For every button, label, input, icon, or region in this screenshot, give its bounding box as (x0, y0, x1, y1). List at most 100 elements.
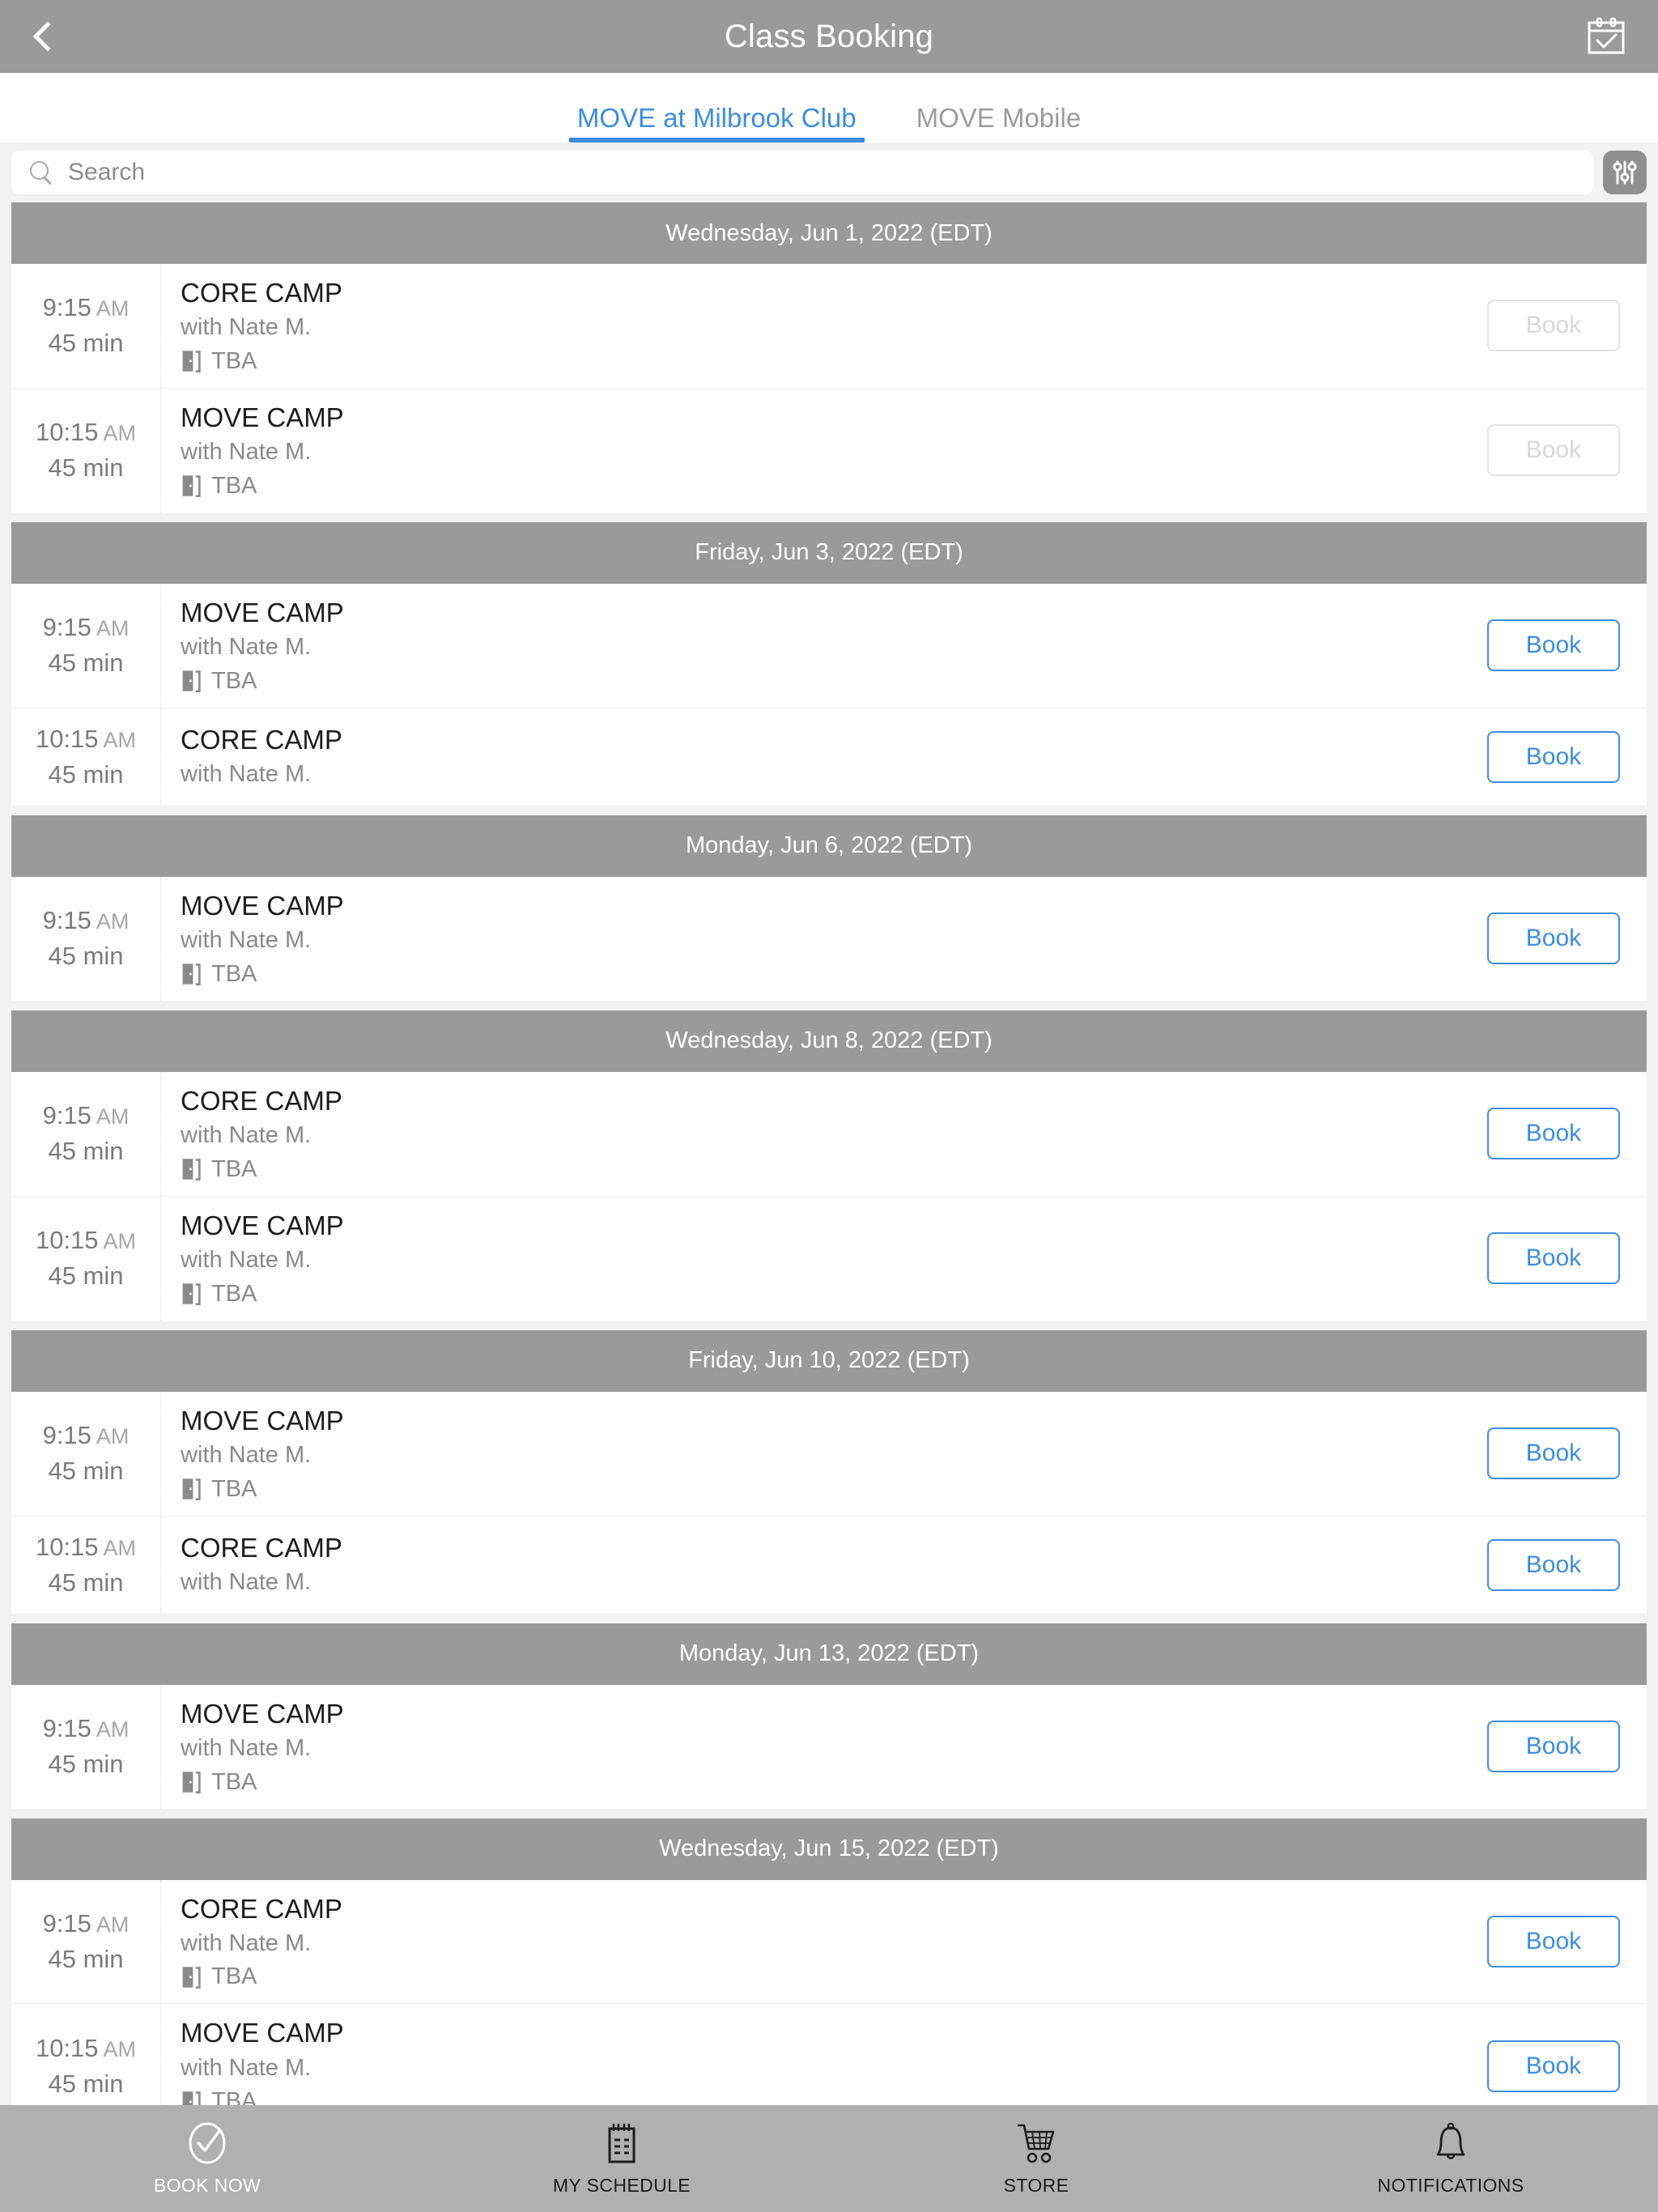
class-room: TBA (181, 1963, 1460, 1990)
nav-item-notifications[interactable]: NOTIFICATIONS (1244, 2121, 1658, 2197)
day-header: Monday, Jun 13, 2022 (EDT) (11, 1623, 1647, 1685)
book-button[interactable]: Book (1487, 1721, 1620, 1773)
nav-item-store[interactable]: STORE (829, 2121, 1244, 2197)
class-time-column: 10:15 AM 45 min (11, 1516, 161, 1614)
class-room: TBA (181, 1281, 1460, 1308)
day-header: Friday, Jun 3, 2022 (EDT) (11, 521, 1647, 584)
day-class-list: 9:15 AM 45 min CORE CAMP with Nate M. TBA Book… (11, 1879, 1647, 2105)
book-button[interactable]: Book (1487, 1232, 1620, 1285)
class-duration: 45 min (48, 453, 124, 483)
calendar-check-icon (1588, 17, 1625, 54)
door-room-icon (182, 1283, 201, 1306)
book-button[interactable]: Book (1487, 1427, 1620, 1480)
class-start-time: 9:15 AM (43, 1421, 130, 1450)
class-row[interactable]: 10:15 AM 45 min MOVE CAMP with Nate M. TBA Boo… (11, 2004, 1647, 2105)
class-row[interactable]: 10:15 AM 45 min CORE CAMP with Nate M. Book (11, 1516, 1647, 1614)
class-schedule-list[interactable]: Wednesday, Jun 1, 2022 (EDT) 9:15 AM 45 min… (0, 202, 1658, 2105)
class-row[interactable]: 9:15 AM 45 min CORE CAMP with Nate M. TBA Book (11, 1071, 1647, 1197)
class-time-value: 10:15 (35, 1532, 99, 1561)
class-duration: 45 min (48, 759, 124, 789)
check-circle-icon (186, 2121, 228, 2165)
class-duration: 45 min (48, 1568, 124, 1597)
class-start-time: 9:15 AM (43, 906, 130, 935)
book-button: Book (1487, 424, 1620, 477)
class-action: Book (1460, 389, 1647, 513)
day-class-list: 9:15 AM 45 min CORE CAMP with Nate M. TBA Book… (11, 264, 1647, 513)
class-time-ampm: AM (96, 1104, 130, 1129)
class-row[interactable]: 10:15 AM 45 min MOVE CAMP with Nate M. TBA Boo… (11, 1196, 1647, 1321)
class-room: TBA (181, 961, 1460, 988)
class-name: CORE CAMP (181, 724, 342, 755)
class-info: MOVE CAMP with Nate M. TBA (161, 1197, 1460, 1321)
class-row[interactable]: 9:15 AM 45 min MOVE CAMP with Nate M. TBA Book (11, 583, 1647, 708)
book-button: Book (1487, 300, 1620, 352)
nav-item-label: MY SCHEDULE (552, 2174, 691, 2196)
class-time-value: 9:15 (42, 1714, 91, 1743)
class-name: CORE CAMP (181, 1893, 342, 1924)
book-button[interactable]: Book (1487, 1915, 1620, 1967)
class-time-column: 9:15 AM 45 min (11, 1684, 161, 1809)
tab-move-at-milbrook-club[interactable]: MOVE at Milbrook Club (568, 104, 865, 143)
class-room: TBA (181, 473, 1460, 500)
tab-move-mobile[interactable]: MOVE Mobile (908, 104, 1090, 143)
class-action: Book (1460, 1072, 1647, 1196)
class-row[interactable]: 9:15 AM 45 min MOVE CAMP with Nate M. TBA Book (11, 876, 1647, 1001)
book-button[interactable]: Book (1487, 2040, 1620, 2092)
class-row[interactable]: 9:15 AM 45 min CORE CAMP with Nate M. TBA Book (11, 1879, 1647, 2005)
class-start-time: 10:15 AM (36, 1226, 136, 1255)
class-action: Book (1460, 1197, 1647, 1321)
class-action: Book (1460, 877, 1647, 1001)
search-placeholder: Search (68, 159, 146, 185)
book-button[interactable]: Book (1487, 912, 1620, 965)
class-room-label: TBA (211, 472, 257, 499)
page-title: Class Booking (724, 18, 934, 54)
book-button[interactable]: Book (1487, 730, 1620, 783)
class-staff: with Nate M. (181, 1122, 312, 1148)
class-row[interactable]: 9:15 AM 45 min CORE CAMP with Nate M. TBA Book (11, 264, 1647, 389)
class-time-value: 9:15 (42, 1101, 91, 1130)
search-input[interactable]: Search (11, 151, 1593, 194)
class-time-value: 9:15 (42, 906, 91, 935)
class-room-label: TBA (211, 1768, 257, 1795)
class-room: TBA (181, 1476, 1460, 1503)
class-duration: 45 min (48, 649, 124, 678)
class-row[interactable]: 9:15 AM 45 min MOVE CAMP with Nate M. TBA Book (11, 1391, 1647, 1516)
shopping-cart-icon (1015, 2121, 1057, 2165)
class-time-ampm: AM (96, 296, 130, 321)
nav-item-book-now[interactable]: BOOK NOW (0, 2121, 414, 2197)
class-info: CORE CAMP with Nate M. TBA (161, 264, 1460, 388)
class-info: MOVE CAMP with Nate M. TBA (161, 2004, 1460, 2105)
book-button[interactable]: Book (1487, 619, 1620, 672)
class-action: Book (1460, 1880, 1647, 2004)
class-room: TBA (181, 2088, 1460, 2105)
class-name: MOVE CAMP (181, 1210, 344, 1240)
class-time-value: 9:15 (42, 1908, 91, 1938)
search-bar: Search (0, 143, 1658, 202)
nav-item-my-schedule[interactable]: MY SCHEDULE (414, 2121, 829, 2197)
class-row[interactable]: 9:15 AM 45 min MOVE CAMP with Nate M. TBA Book (11, 1684, 1647, 1809)
search-icon (29, 160, 53, 185)
book-button[interactable]: Book (1487, 1108, 1620, 1160)
class-duration: 45 min (48, 942, 124, 971)
door-room-icon (182, 1967, 201, 1989)
location-tabs: MOVE at Milbrook Club MOVE Mobile (0, 73, 1658, 143)
calendar-check-button[interactable] (1574, 4, 1639, 69)
book-button[interactable]: Book (1487, 1538, 1620, 1591)
class-row[interactable]: 10:15 AM 45 min MOVE CAMP with Nate M. TBA Boo… (11, 388, 1647, 513)
class-start-time: 10:15 AM (36, 418, 136, 447)
back-button[interactable] (0, 0, 89, 73)
class-start-time: 9:15 AM (43, 1101, 130, 1130)
filter-button[interactable] (1603, 151, 1647, 194)
class-time-column: 9:15 AM 45 min (11, 264, 161, 388)
class-time-ampm: AM (96, 1424, 130, 1449)
class-time-column: 10:15 AM 45 min (11, 388, 161, 513)
class-start-time: 9:15 AM (43, 1714, 130, 1743)
class-duration: 45 min (48, 1137, 124, 1166)
class-row[interactable]: 10:15 AM 45 min CORE CAMP with Nate M. Book (11, 708, 1647, 806)
class-staff: with Nate M. (181, 1568, 312, 1595)
class-staff: with Nate M. (181, 1929, 312, 1956)
bell-icon (1432, 2121, 1469, 2165)
day-class-list: 9:15 AM 45 min MOVE CAMP with Nate M. TBA Book… (11, 1391, 1647, 1614)
class-time-value: 9:15 (42, 613, 91, 642)
class-name: MOVE CAMP (181, 1405, 344, 1436)
